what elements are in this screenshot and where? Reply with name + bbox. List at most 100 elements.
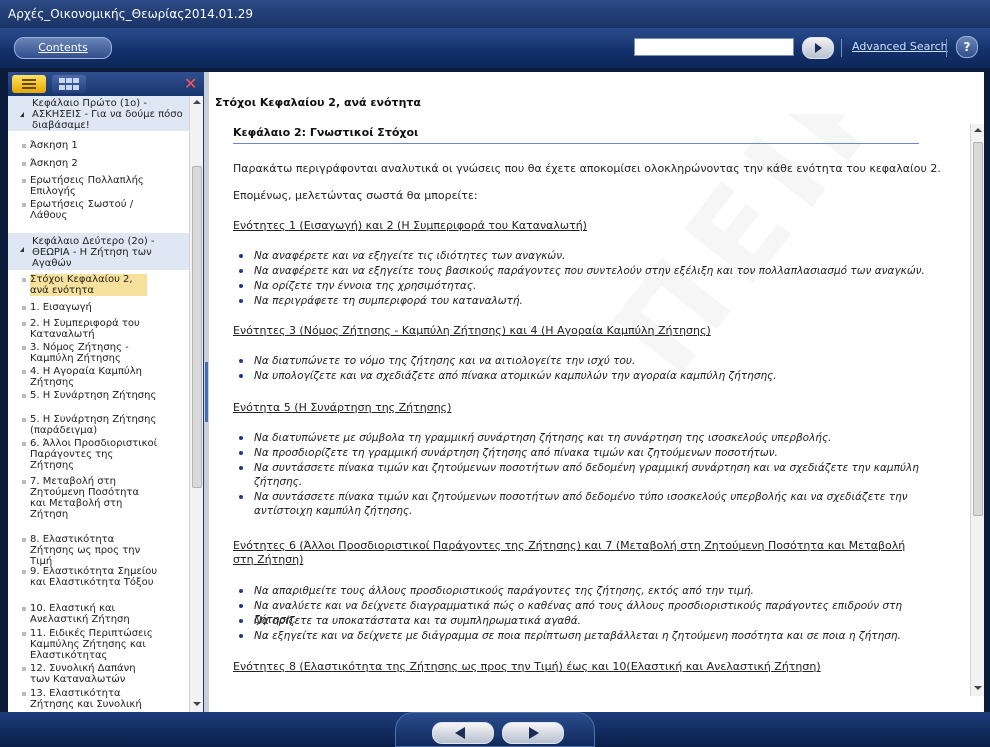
objective-item: Να περιγράφετε τη συμπεριφορά του κατανα…	[239, 294, 931, 308]
toc-item[interactable]: 7. Μεταβολή στη Ζητούμενη Ποσότητα και Μ…	[8, 476, 158, 520]
bullet-icon	[22, 144, 26, 148]
toc-item-label: Άσκηση 1	[30, 140, 78, 151]
grid-icon	[73, 85, 79, 90]
toc-item[interactable]: 6. Άλλοι Προσδιοριστικοί Παράγοντες της …	[8, 438, 158, 471]
toc-item-label: 4. Η Αγοραία Καμπύλη Ζήτησης	[30, 366, 142, 388]
toc-item-label: 9. Ελαστικότητα Σημείου και Ελαστικότητα…	[30, 566, 158, 588]
bullet-icon	[22, 306, 26, 310]
section-title: Ενότητα 5 (Η Συνάρτηση της Ζήτησης)	[233, 401, 452, 414]
bullet-icon	[22, 667, 26, 671]
toolbar-separator	[946, 39, 947, 57]
toc-item[interactable]: 8. Ελαστικότητα Ζήτησης ως προς την Τιμή	[8, 534, 158, 567]
document-body: ΠΕΙΡΑΙΩΣ Κεφάλαιο 2: Γνωστικοί Στόχοι Πα…	[209, 114, 968, 712]
objective-item: Να αναφέρετε και να εξηγείτε τους βασικο…	[239, 264, 931, 278]
objective-item: Να ορίζετε τα υποκατάστατα και τα συμπλη…	[239, 614, 931, 628]
bullet-icon	[22, 394, 26, 398]
bullet-icon	[22, 632, 26, 636]
toc-chapter-1[interactable]: Κεφάλαιο Πρώτο (1ο) - ΑΣΚΗΣΕΙΣ - Για να …	[8, 96, 189, 131]
content-scrollbar[interactable]	[970, 124, 984, 696]
bullet-icon	[22, 322, 26, 326]
sidebar: ✕ Κεφάλαιο Πρώτο (1ο) - ΑΣΚΗΣΕΙΣ - Για ν…	[8, 72, 204, 712]
objective-item: Να συντάσσετε πίνακα τιμών και ζητούμενω…	[239, 461, 931, 489]
search-go-button[interactable]	[802, 37, 834, 59]
toc-item[interactable]: Ερωτήσεις Σωστού / Λάθους	[8, 199, 158, 221]
toc-item-label: 8. Ελαστικότητα Ζήτησης ως προς την Τιμή	[30, 534, 141, 567]
help-button[interactable]: ?	[956, 36, 978, 58]
bullet-icon	[22, 607, 26, 611]
objective-item: Να προσδιορίζετε τη γραμμική συνάρτηση ζ…	[239, 446, 931, 460]
objective-item: Να ορίζετε την έννοια της χρησιμότητας.	[239, 279, 931, 293]
bullet-icon	[22, 346, 26, 350]
contents-button[interactable]: Contents	[14, 37, 112, 59]
toolbar-separator	[841, 39, 842, 57]
toc-item[interactable]: 13. Ελαστικότητα Ζήτησης και Συνολική	[8, 688, 158, 710]
toc-item[interactable]: 9. Ελαστικότητα Σημείου και Ελαστικότητα…	[8, 566, 158, 588]
grid-icon	[59, 85, 65, 90]
splitter-grip[interactable]	[205, 362, 208, 422]
scroll-up-icon[interactable]	[974, 128, 982, 132]
scroll-down-icon[interactable]	[193, 702, 201, 706]
toc-item[interactable]: 12. Συνολική Δαπάνη των Καταναλωτών	[8, 663, 158, 685]
bullet-icon	[22, 692, 26, 696]
toc-item-label: Ερωτήσεις Σωστού / Λάθους	[30, 199, 134, 221]
previous-page-button[interactable]	[432, 722, 494, 744]
toc-item[interactable]: 1. Εισαγωγή	[8, 302, 189, 313]
toc-item[interactable]: 5. Η Συνάρτηση Ζήτησης (παράδειγμα)	[8, 414, 158, 436]
toc-item[interactable]: 10. Ελαστική και Ανελαστική Ζήτηση	[8, 603, 158, 625]
arrow-left-icon	[455, 727, 465, 739]
objective-item: Να συντάσσετε πίνακα τιμών και ζητούμενω…	[239, 490, 931, 518]
content-header: Στόχοι Κεφαλαίου 2, ανά ενότητα	[209, 72, 984, 114]
toc-item[interactable]: 11. Ειδικές Περιπτώσεις Καμπύλης Ζήτησης…	[8, 628, 168, 661]
expand-triangle-icon[interactable]	[20, 112, 24, 117]
list-icon	[22, 79, 36, 81]
sidebar-scrollbar[interactable]	[189, 96, 203, 712]
toc-item-label: 3. Νόμος Ζήτησης - Καμπύλη Ζήτησης	[30, 342, 129, 364]
toc-item[interactable]: Άσκηση 2	[8, 158, 189, 169]
toc-item-label: 10. Ελαστική και Ανελαστική Ζήτηση	[30, 603, 130, 625]
scroll-up-icon[interactable]	[193, 100, 201, 104]
grid-icon	[66, 78, 72, 83]
search-input[interactable]	[634, 38, 794, 56]
objective-item: Να διατυπώνετε με σύμβολα τη γραμμική συ…	[239, 431, 931, 445]
toc-item-selected[interactable]: Στόχοι Κεφαλαίου 2, ανά ενότητα	[8, 274, 168, 296]
window-title: Αρχές_Οικονομικής_Θεωρίας2014.01.29	[0, 0, 990, 28]
toc-item[interactable]: Άσκηση 1	[8, 140, 189, 151]
toc-item[interactable]: Ερωτήσεις Πολλαπλής Επιλογής	[8, 175, 158, 197]
objective-item: Να εξηγείτε και να δείχνετε με διάγραμμα…	[239, 629, 931, 643]
objective-item: Να αναφέρετε και να εξηγείτε τις ιδιότητ…	[239, 249, 931, 263]
toc-item-label: 5. Η Συνάρτηση Ζήτησης (παράδειγμα)	[30, 414, 157, 436]
list-view-tab[interactable]	[12, 75, 46, 93]
toc-item[interactable]: 5. Η Συνάρτηση Ζήτησης	[8, 390, 158, 401]
objective-item: Να υπολογίζετε και να σχεδιάζετε από πίν…	[239, 369, 931, 383]
content-pane: Στόχοι Κεφαλαίου 2, ανά ενότητα ΠΕΙΡΑΙΩΣ…	[209, 72, 984, 712]
grid-icon	[73, 78, 79, 83]
toc-chapter-2[interactable]: Κεφάλαιο Δεύτερο (2ο) - ΘΕΩΡΙΑ - Η Ζήτησ…	[8, 233, 189, 270]
toc-item[interactable]: 3. Νόμος Ζήτησης - Καμπύλη Ζήτησης	[8, 342, 158, 364]
scrollbar-thumb[interactable]	[973, 142, 983, 516]
intro-text: Παρακάτω περιγράφονται αναλυτικά οι γνώσ…	[233, 162, 941, 175]
close-icon[interactable]: ✕	[184, 75, 197, 93]
arrow-right-icon	[529, 727, 539, 739]
toc-item[interactable]: 4. Η Αγοραία Καμπύλη Ζήτησης	[8, 366, 158, 388]
bullet-icon	[22, 370, 26, 374]
expand-triangle-icon[interactable]	[20, 247, 24, 252]
grid-icon	[59, 78, 65, 83]
nav-tray	[395, 712, 595, 747]
bullet-icon	[22, 418, 26, 422]
scrollbar-thumb[interactable]	[192, 166, 202, 488]
section-title: Ενότητες 1 (Εισαγωγή) και 2 (Η Συμπεριφο…	[233, 219, 587, 232]
toc-item-label: Άσκηση 2	[30, 158, 78, 169]
toc-item-label: Κεφάλαιο Πρώτο (1ο) - ΑΣΚΗΣΕΙΣ - Για να …	[32, 98, 183, 131]
thumbnail-view-tab[interactable]	[52, 75, 86, 93]
section-title: Ενότητες 6 (Άλλοι Προσδιοριστικοί Παράγο…	[233, 539, 906, 566]
section-title: Ενότητες 8 (Ελαστικότητα της Ζήτησης ως …	[233, 660, 821, 673]
next-page-button[interactable]	[502, 722, 564, 744]
play-arrow-icon	[815, 43, 822, 53]
advanced-search-link[interactable]: Advanced Search	[852, 40, 948, 53]
toc-item[interactable]: 2. Η Συμπεριφορά του Καταναλωτή	[8, 318, 158, 340]
page-title: Στόχοι Κεφαλαίου 2, ανά ενότητα	[215, 96, 421, 109]
toc-item-label: 7. Μεταβολή στη Ζητούμενη Ποσότητα και Μ…	[30, 476, 140, 520]
section-heading: Κεφάλαιο 2: Γνωστικοί Στόχοι	[233, 126, 919, 144]
scroll-down-icon[interactable]	[974, 686, 982, 690]
top-toolbar: Contents Advanced Search ?	[0, 28, 990, 68]
